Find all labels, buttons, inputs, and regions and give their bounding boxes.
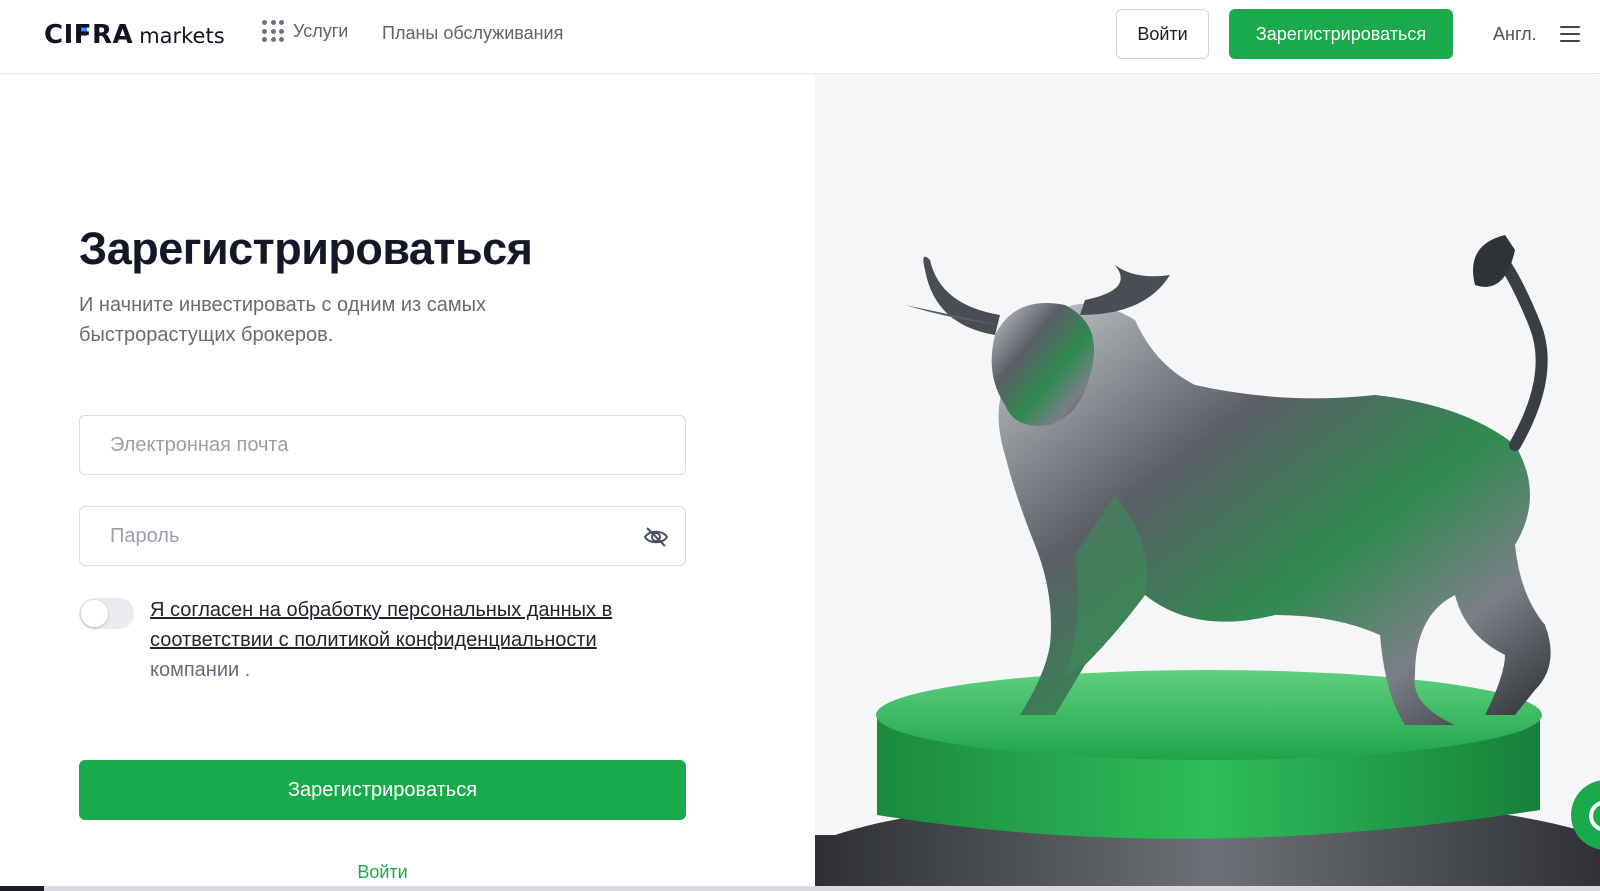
language-switch[interactable]: Англ. (1493, 24, 1537, 45)
eye-slash-icon[interactable] (643, 525, 669, 549)
hero-image (815, 75, 1600, 891)
register-submit-button[interactable]: Зарегистрироваться (79, 760, 686, 820)
consent-rest-text: компании . (150, 659, 251, 681)
password-field (79, 506, 686, 566)
login-button[interactable]: Войти (1116, 9, 1209, 59)
registration-panel: Зарегистрироваться И начните инвестирова… (0, 75, 815, 891)
hamburger-menu-icon[interactable] (1560, 26, 1580, 42)
register-button-header[interactable]: Зарегистрироваться (1229, 9, 1453, 59)
grid-dots-icon (262, 20, 284, 42)
nav-services[interactable]: Услуги (262, 20, 348, 42)
password-input[interactable] (80, 507, 685, 565)
logo-sub-text: markets (139, 24, 225, 48)
email-field (79, 415, 686, 475)
page-title: Зарегистрироваться (79, 223, 533, 274)
top-header: CIFRA markets Услуги Планы обслуживания … (0, 0, 1600, 74)
privacy-policy-link[interactable]: Я согласен на обработку персональных дан… (150, 599, 612, 651)
consent-text: Я согласен на обработку персональных дан… (150, 595, 670, 685)
email-input[interactable] (80, 416, 685, 474)
bottom-scroll-strip (0, 886, 1600, 891)
consent-toggle[interactable] (79, 598, 134, 629)
logo-brand-text: CIFRA (44, 20, 134, 50)
bull-statue-illustration (815, 235, 1600, 891)
page-subtitle: И начните инвестировать с одним из самых… (79, 294, 487, 346)
cifra-markets-logo[interactable]: CIFRA markets (44, 20, 225, 50)
nav-service-plans[interactable]: Планы обслуживания (382, 23, 563, 44)
login-link[interactable]: Войти (79, 862, 686, 883)
nav-services-label: Услуги (293, 20, 349, 41)
toggle-knob (81, 600, 108, 627)
